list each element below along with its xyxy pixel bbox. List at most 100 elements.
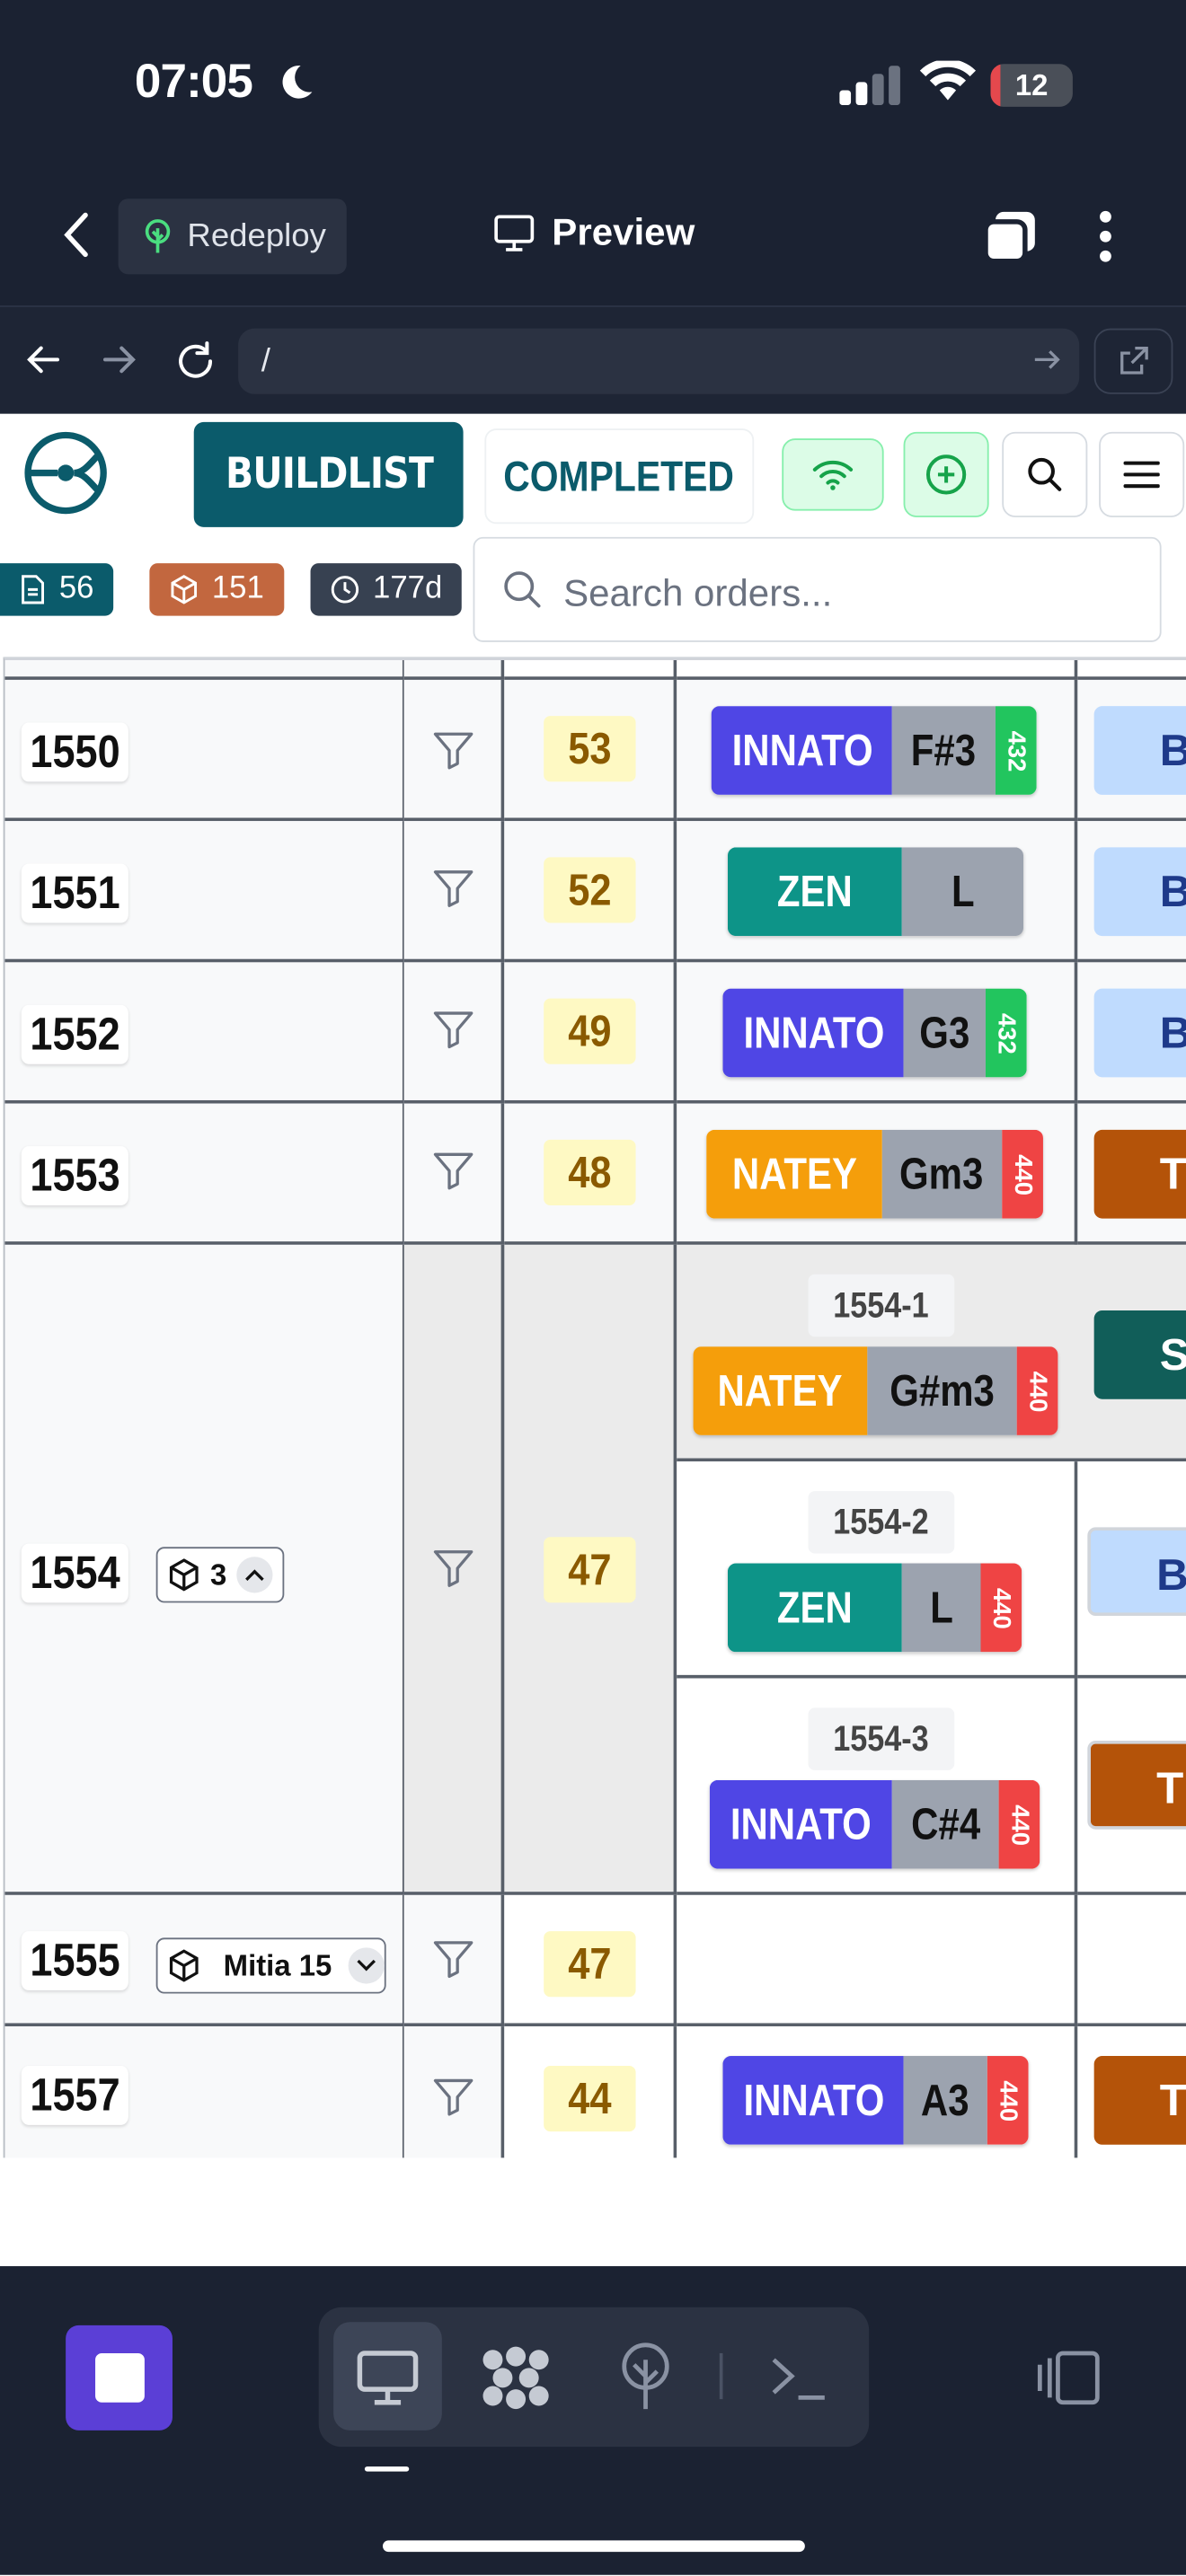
search-button[interactable] [1002,431,1088,517]
connection-status-button[interactable] [782,438,884,511]
order-id[interactable]: 1551 [21,863,129,923]
instrument-pill[interactable]: INNATO G3 432 [722,988,1027,1078]
count-cell: 52 [504,821,677,963]
order-id-cell: 1557 [4,2026,404,2158]
items-toggle-chip[interactable]: 3 [155,1547,285,1603]
tabs-icon[interactable] [982,208,1038,264]
count-badge: 44 [544,2066,636,2132]
back-arrow-icon[interactable] [24,340,64,379]
filter-icon[interactable] [432,2076,475,2119]
instrument-pill[interactable]: NATEY Gm3 440 [706,1129,1043,1219]
filter-icon[interactable] [432,729,475,772]
instrument-cell: INNATO G3 432 [677,962,1078,1104]
frequency-label: 440 [1002,1129,1043,1219]
order-id[interactable]: 1554 [21,1543,129,1603]
filter-icon[interactable] [432,1937,475,1981]
order-id-cell: 1553 [4,1103,404,1245]
status-tag[interactable]: B [1093,847,1186,937]
instrument-pill[interactable]: INNATO A3 440 [722,2056,1029,2145]
menu-button[interactable] [1099,431,1185,517]
back-chevron-icon[interactable] [59,210,93,260]
tree-icon [145,219,171,253]
apps-grid-icon[interactable] [480,2343,552,2413]
buildlist-button[interactable]: BUILDLIST [193,421,464,527]
table-header-cell [504,659,677,680]
redeploy-label: Redeploy [187,217,326,254]
filter-cell [403,1244,505,1895]
filter-icon[interactable] [432,1150,475,1193]
completed-button[interactable]: COMPLETED [486,430,753,523]
count-badge: 47 [544,1931,636,1998]
count-cell: 47 [504,1244,677,1895]
instrument-pill[interactable]: ZEN L 440 [727,1563,1022,1653]
model-label: ZEN [727,1563,902,1653]
note-label: Gm3 [881,1129,1003,1219]
order-id-cell: 1555 Mitia 15 [4,1894,404,2027]
completed-label: COMPLETED [503,450,735,500]
note-label: G#m3 [867,1346,1017,1435]
status-tag[interactable]: B [1093,988,1186,1078]
status-tag[interactable]: SE [1093,1310,1186,1399]
deploy-tree-icon[interactable] [615,2340,677,2412]
filter-icon[interactable] [432,1009,475,1052]
assignee-select-chip[interactable]: Mitia 15 [155,1937,386,1994]
forward-arrow-icon[interactable] [99,340,138,379]
instrument-pill[interactable]: INNATO C#4 440 [709,1779,1040,1869]
count-value: 48 [568,1147,612,1197]
order-id[interactable]: 1555 [21,1931,129,1990]
order-id-cell: 1551 [4,821,404,963]
app-logo[interactable] [23,430,109,516]
count-cell: 53 [504,679,677,822]
search-orders-input[interactable]: Search orders... [473,536,1162,642]
count-cell: 44 [504,2026,677,2158]
status-tag[interactable]: B [1087,1527,1186,1617]
order-id[interactable]: 1550 [21,722,129,782]
note-label: L [901,1563,981,1653]
count-badge: 49 [544,998,636,1064]
items-count: 3 [210,1557,227,1591]
status-cell: TE [1077,1103,1186,1245]
note-label: C#4 [891,1779,999,1869]
stop-button[interactable] [66,2325,173,2430]
status-tag[interactable]: TE [1093,2056,1186,2145]
status-tag[interactable]: TE [1093,1129,1186,1219]
count-value: 44 [568,2074,612,2123]
box-icon [171,575,198,604]
home-indicator [382,2540,805,2553]
status-tag[interactable]: B [1093,706,1186,795]
order-id[interactable]: 1552 [21,1004,129,1064]
redeploy-button[interactable]: Redeploy [118,198,347,275]
sub-item-row[interactable]: 1554-2 ZEN L 440 [677,1461,1078,1679]
add-order-button[interactable] [903,431,989,517]
filter-icon[interactable] [432,867,475,910]
instrument-pill[interactable]: ZEN L [727,847,1024,937]
sub-item-row[interactable]: 1554-3 INNATO C#4 440 [677,1678,1078,1895]
filter-icon[interactable] [432,1547,475,1590]
split-view-icon[interactable] [1035,2348,1104,2407]
order-id[interactable]: 1553 [21,1146,129,1205]
status-tag[interactable]: TE [1087,1740,1186,1830]
wifi-icon [919,60,977,101]
frequency-label: 432 [985,988,1027,1078]
open-external-button[interactable] [1093,328,1173,394]
more-vertical-icon[interactable] [1097,210,1113,263]
url-input[interactable]: / [238,328,1080,394]
model-label: ZEN [727,847,902,937]
model-label: NATEY [693,1346,868,1435]
stop-icon [95,2352,145,2403]
sub-item-row[interactable]: 1554-1 NATEY G#m3 440 SE [677,1244,1186,1462]
terminal-icon[interactable] [769,2353,828,2403]
table-header-cell [4,659,404,680]
frequency-label: 432 [995,706,1037,795]
filter-cell [403,2026,505,2158]
instrument-pill[interactable]: INNATO F#3 432 [711,706,1037,795]
reload-icon[interactable] [174,340,217,383]
status-cell: B [1077,962,1186,1104]
instrument-pill[interactable]: NATEY G#m3 440 [693,1346,1058,1435]
order-id[interactable]: 1557 [21,2066,129,2125]
assignee-label: Mitia 15 [223,1948,332,1981]
monitor-icon[interactable] [355,2348,420,2407]
count-badge: 52 [544,857,636,923]
go-arrow-icon[interactable] [1031,345,1061,375]
days-badge: 177d [310,563,463,616]
